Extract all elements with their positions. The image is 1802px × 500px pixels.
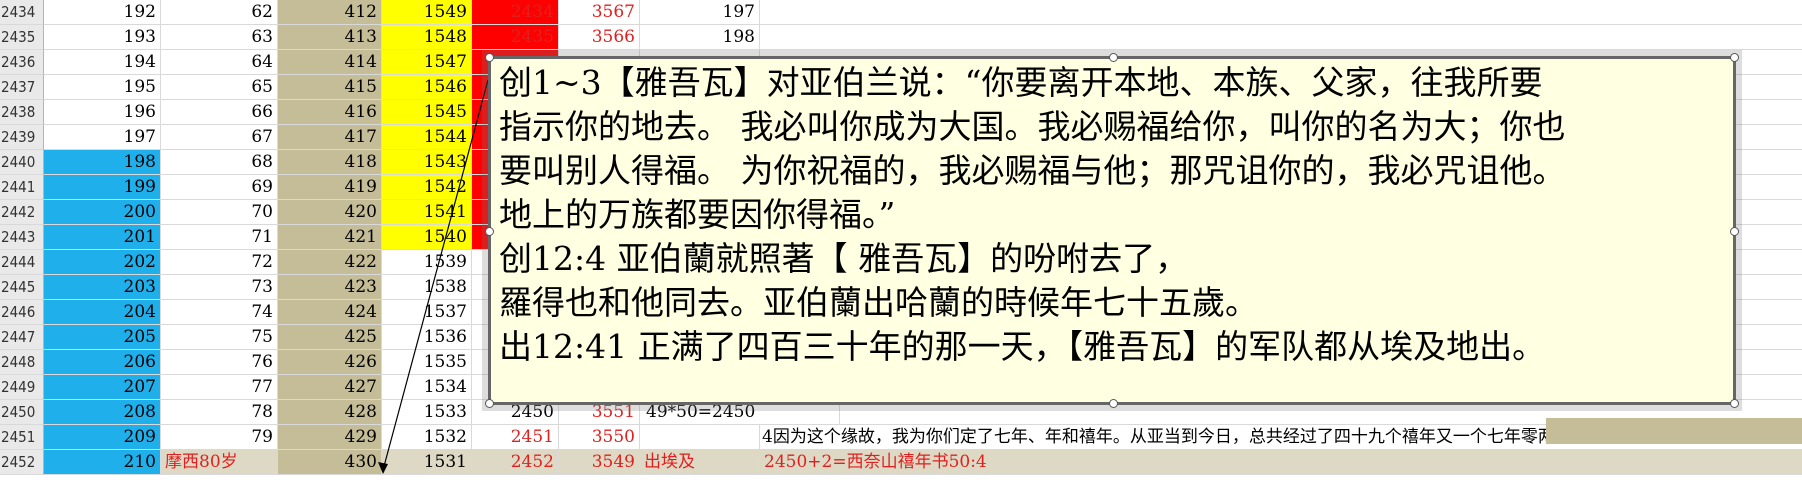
comment-line: 指示你的地去。 我必叫你成为大国。我必赐福给你，叫你的名为大；你也	[499, 107, 1566, 146]
resize-handle[interactable]	[485, 227, 494, 236]
comment-line: 地上的万族都要因你得福。”	[499, 195, 896, 234]
comment-line: 羅得也和他同去。亚伯蘭出哈蘭的時候年七十五歲。	[499, 283, 1258, 322]
comment-line: 出12:41 正满了四百三十年的那一天，【雅吾瓦】的军队都从埃及地出。	[499, 327, 1546, 366]
resize-handle[interactable]	[1730, 399, 1739, 408]
resize-handle[interactable]	[1730, 53, 1739, 62]
comment-line: 创12:4 亚伯蘭就照著【 雅吾瓦】的吩咐去了，	[499, 239, 1189, 278]
comment-line: 要叫别人得福。 为你祝福的，我必赐福与他；那咒诅你的，我必咒诅他。	[499, 151, 1566, 190]
comment-line: 创1~3【雅吾瓦】对亚伯兰说：“你要离开本地、本族、父家，往我所要	[499, 63, 1543, 102]
resize-handle[interactable]	[485, 53, 494, 62]
cell-comment-box[interactable]: 创1~3【雅吾瓦】对亚伯兰说：“你要离开本地、本族、父家，往我所要 指示你的地去…	[482, 50, 1742, 411]
resize-handle[interactable]	[1109, 53, 1118, 62]
resize-handle[interactable]	[485, 399, 494, 408]
resize-handle[interactable]	[1730, 227, 1739, 236]
resize-handle[interactable]	[1109, 399, 1118, 408]
comment-text[interactable]: 创1~3【雅吾瓦】对亚伯兰说：“你要离开本地、本族、父家，往我所要 指示你的地去…	[499, 61, 1727, 369]
